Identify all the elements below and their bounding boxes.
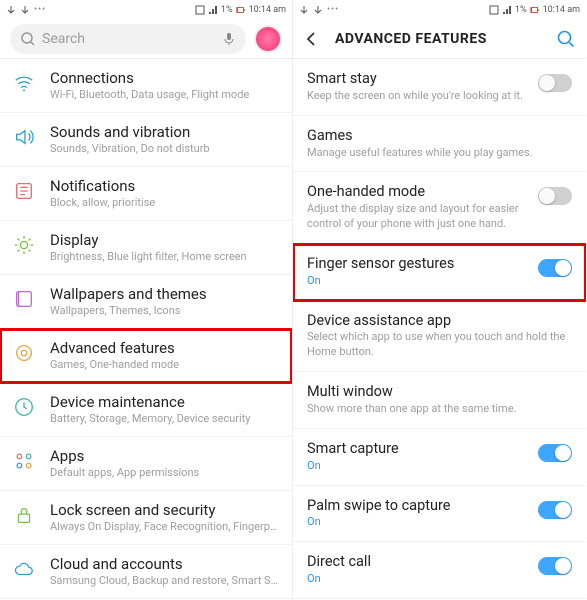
battery-icon [236, 5, 246, 15]
search-placeholder: Search [42, 31, 85, 47]
download-icon [20, 5, 30, 15]
features-list: Smart stayKeep the screen on while you'r… [293, 59, 586, 599]
more-icon: ••• [327, 5, 339, 15]
item-cloud-accounts[interactable]: Cloud and accountsSamsung Cloud, Backup … [0, 545, 292, 599]
settings-list: ConnectionsWi-Fi, Bluetooth, Data usage,… [0, 59, 292, 600]
clock: 10:14 am [543, 5, 580, 15]
feature-multi-window[interactable]: Multi windowShow more than one app at th… [293, 372, 586, 429]
feature-finger-sensor[interactable]: Finger sensor gesturesOn [293, 244, 586, 301]
item-notifications[interactable]: NotificationsBlock, allow, prioritise [0, 167, 292, 221]
battery-percent: 1% [221, 5, 233, 15]
feature-games[interactable]: GamesManage useful features while you pl… [293, 116, 586, 173]
item-lock-security[interactable]: Lock screen and securityAlways On Displa… [0, 491, 292, 545]
header: ADVANCED FEATURES [293, 20, 586, 58]
lock-icon [13, 504, 35, 526]
more-icon: ••• [34, 5, 46, 15]
item-connections[interactable]: ConnectionsWi-Fi, Bluetooth, Data usage,… [0, 59, 292, 113]
cloud-icon [13, 558, 35, 580]
toggle-direct-call[interactable] [538, 557, 572, 575]
maintenance-icon [13, 396, 35, 418]
feature-smart-stay[interactable]: Smart stayKeep the screen on while you'r… [293, 59, 586, 116]
signal-icon [208, 5, 218, 15]
display-icon [13, 234, 35, 256]
settings-screen: ••• 1% 10:14 am Search ConnectionsWi-Fi,… [0, 0, 293, 600]
download-icon [299, 5, 309, 15]
speaker-icon [13, 126, 35, 148]
item-display[interactable]: DisplayBrightness, Blue light filter, Ho… [0, 221, 292, 275]
toggle-smart-capture[interactable] [538, 444, 572, 462]
wifi-icon [13, 72, 35, 94]
search-icon[interactable] [556, 29, 576, 49]
nfc-icon [195, 5, 205, 15]
download-icon [313, 5, 323, 15]
search-row: Search [0, 20, 292, 58]
feature-one-handed[interactable]: One-handed modeAdjust the display size a… [293, 172, 586, 244]
gear-icon [13, 342, 35, 364]
clock: 10:14 am [249, 5, 286, 15]
item-device-maintenance[interactable]: Device maintenanceBattery, Storage, Memo… [0, 383, 292, 437]
apps-icon [13, 450, 35, 472]
nfc-icon [489, 5, 499, 15]
toggle-one-handed[interactable] [538, 187, 572, 205]
advanced-features-screen: ••• 1% 10:14 am ADVANCED FEATURES Smart … [293, 0, 586, 600]
toggle-palm-swipe[interactable] [538, 501, 572, 519]
toggle-finger-sensor[interactable] [538, 259, 572, 277]
item-wallpapers[interactable]: Wallpapers and themesWallpapers, Themes,… [0, 275, 292, 329]
account-avatar[interactable] [254, 25, 282, 53]
notifications-icon [13, 180, 35, 202]
status-bar: ••• 1% 10:14 am [293, 0, 586, 20]
status-bar: ••• 1% 10:14 am [0, 0, 292, 20]
wallpaper-icon [13, 288, 35, 310]
feature-smart-capture[interactable]: Smart captureOn [293, 429, 586, 486]
mic-icon[interactable] [222, 32, 236, 46]
page-title: ADVANCED FEATURES [335, 31, 487, 47]
search-input[interactable]: Search [10, 24, 246, 54]
item-advanced-features[interactable]: Advanced featuresGames, One-handed mode [0, 329, 292, 383]
battery-icon [530, 5, 540, 15]
back-icon[interactable] [303, 30, 321, 48]
item-sounds[interactable]: Sounds and vibrationSounds, Vibration, D… [0, 113, 292, 167]
toggle-smart-stay[interactable] [538, 74, 572, 92]
feature-palm-swipe[interactable]: Palm swipe to captureOn [293, 486, 586, 543]
item-apps[interactable]: AppsDefault apps, App permissions [0, 437, 292, 491]
signal-icon [502, 5, 512, 15]
download-icon [6, 5, 16, 15]
search-icon [20, 31, 36, 47]
feature-device-assistance[interactable]: Device assistance appSelect which app to… [293, 301, 586, 373]
battery-percent: 1% [515, 5, 527, 15]
feature-direct-call[interactable]: Direct callOn [293, 542, 586, 599]
